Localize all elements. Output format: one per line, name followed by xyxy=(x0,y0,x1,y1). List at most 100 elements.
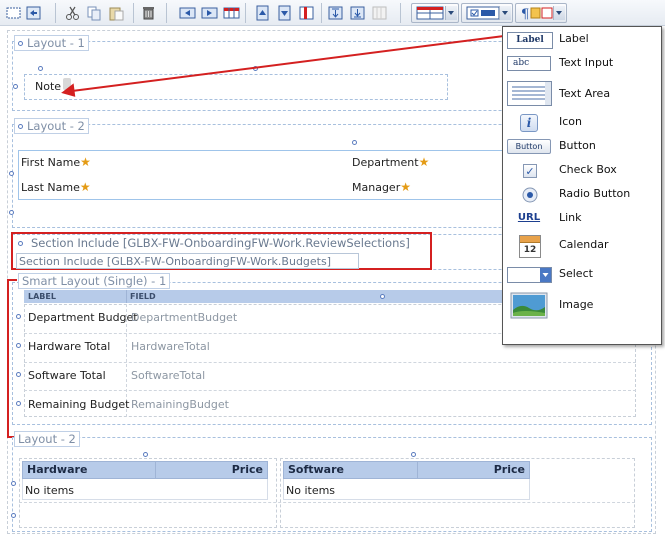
layout-2-bottom-caption[interactable]: Layout - 2 xyxy=(14,431,80,447)
refresh-button[interactable] xyxy=(24,4,43,22)
section-include-budgets[interactable]: Section Include [GLBX-FW-OnboardingFW-Wo… xyxy=(19,255,331,269)
last-name-label[interactable]: Last Name★ xyxy=(21,180,91,195)
layout-dropdown[interactable] xyxy=(411,3,459,23)
software-price-header[interactable]: Price xyxy=(417,461,530,479)
layout-1-handle[interactable] xyxy=(38,66,43,71)
control-dropdown[interactable] xyxy=(461,3,513,23)
palette-item-text-area-text: Text Area xyxy=(559,87,611,100)
move-down-icon[interactable] xyxy=(275,4,294,22)
section-include-review-text: Section Include [GLBX-FW-OnboardingFW-Wo… xyxy=(31,236,410,250)
layout-1-caption[interactable]: Layout - 1 xyxy=(14,35,89,51)
copy-icon[interactable] xyxy=(85,4,104,22)
label-icon-text: Label xyxy=(507,32,553,49)
palette-item-select[interactable]: Select xyxy=(503,263,661,287)
remaining-budget-field[interactable]: RemainingBudget xyxy=(131,398,229,412)
move-right-icon[interactable] xyxy=(200,4,219,22)
layout-2-handle[interactable] xyxy=(352,140,357,145)
layout-2-bottom-handle[interactable] xyxy=(9,210,14,215)
layout-row-handle[interactable] xyxy=(11,513,16,518)
note-label[interactable]: Note xyxy=(35,80,61,94)
formatting-dropdown[interactable]: ¶ xyxy=(515,3,567,23)
palette-item-icon[interactable]: i Icon xyxy=(503,111,661,135)
palette-item-button[interactable]: Button Button xyxy=(503,135,661,159)
calendar-icon-text: 12 xyxy=(523,245,537,255)
manager-label[interactable]: Manager★ xyxy=(352,180,411,195)
smart-layout-header xyxy=(24,290,502,303)
palette-item-link-text: Link xyxy=(559,211,582,224)
department-budget-label[interactable]: Department Budget xyxy=(28,311,138,325)
palette-item-text-input[interactable]: abc Text Input xyxy=(503,52,661,76)
hardware-column-header[interactable]: Hardware xyxy=(22,461,156,479)
palette-item-button-text: Button xyxy=(559,139,596,152)
toolbar: ¶ xyxy=(0,0,665,26)
smart-layout-handle[interactable] xyxy=(380,294,385,299)
department-budget-field[interactable]: DepartmentBudget xyxy=(131,311,237,325)
section-include-review[interactable]: Section Include [GLBX-FW-OnboardingFW-Wo… xyxy=(18,236,410,250)
required-star-icon: ★ xyxy=(400,180,411,194)
table-row-handle[interactable] xyxy=(16,314,21,319)
palette-item-image[interactable]: Image xyxy=(503,290,661,320)
required-star-icon: ★ xyxy=(79,180,91,194)
calendar-header xyxy=(520,236,540,243)
move-up-icon[interactable] xyxy=(253,4,272,22)
palette-item-label[interactable]: Label Label xyxy=(503,28,661,52)
checkbox-icon-text: ✓ xyxy=(523,164,537,178)
disabled-columns-icon xyxy=(370,4,389,22)
layout-column-handle[interactable] xyxy=(411,452,416,457)
link-icon-text: URL xyxy=(517,212,541,223)
hardware-total-label[interactable]: Hardware Total xyxy=(28,340,110,354)
insert-top-icon[interactable] xyxy=(326,4,345,22)
header-divider xyxy=(126,290,127,303)
palette-item-radio-button-text: Radio Button xyxy=(559,187,631,200)
control-palette-menu: Label Label abc Text Input Text Area i I… xyxy=(502,26,662,345)
software-total-label[interactable]: Software Total xyxy=(28,369,106,383)
department-text: Department xyxy=(352,156,419,169)
button-icon: Button xyxy=(507,137,553,157)
select-all-button[interactable] xyxy=(4,4,23,22)
palette-item-link[interactable]: URL Link xyxy=(503,207,661,231)
first-name-text: First Name xyxy=(21,156,81,169)
palette-item-calendar-text: Calendar xyxy=(559,238,609,251)
insert-bottom-icon[interactable] xyxy=(348,4,367,22)
move-left-icon[interactable] xyxy=(178,4,197,22)
department-label[interactable]: Department★ xyxy=(352,155,429,170)
columns-icon[interactable] xyxy=(297,4,316,22)
hardware-empty-text: No items xyxy=(25,484,75,497)
first-name-label[interactable]: First Name★ xyxy=(21,155,91,170)
table-row-handle[interactable] xyxy=(16,372,21,377)
cut-icon[interactable] xyxy=(63,4,82,22)
link-icon: URL xyxy=(507,209,553,229)
table-row-handle[interactable] xyxy=(16,401,21,406)
svg-text:¶: ¶ xyxy=(521,7,529,22)
palette-item-calendar[interactable]: 12 Calendar xyxy=(503,232,661,260)
layout-2-caption[interactable]: Layout - 2 xyxy=(14,118,89,134)
row-divider xyxy=(24,390,636,391)
table-row-handle[interactable] xyxy=(16,343,21,348)
software-empty-text: No items xyxy=(286,484,336,497)
layout-1-row-handle[interactable] xyxy=(13,84,18,89)
info-icon: i xyxy=(507,113,553,133)
paste-icon[interactable] xyxy=(107,4,126,22)
manager-text: Manager xyxy=(352,181,401,194)
delete-icon[interactable] xyxy=(139,4,158,22)
palette-item-text-area[interactable]: Text Area xyxy=(503,78,661,110)
layout-row-handle[interactable] xyxy=(11,481,16,486)
remaining-budget-label[interactable]: Remaining Budget xyxy=(28,398,129,412)
smart-layout-caption[interactable]: Smart Layout (Single) - 1 xyxy=(18,273,171,289)
software-total-field[interactable]: SoftwareTotal xyxy=(131,369,205,383)
hardware-total-field[interactable]: HardwareTotal xyxy=(131,340,210,354)
checkbox-icon: ✓ xyxy=(507,161,553,181)
layout-2-row-handle[interactable] xyxy=(9,171,14,176)
palette-item-radio-button[interactable]: Radio Button xyxy=(503,183,661,207)
software-column-header[interactable]: Software xyxy=(283,461,418,479)
note-cell[interactable] xyxy=(24,74,448,100)
hardware-price-header[interactable]: Price xyxy=(155,461,268,479)
layout-column-handle[interactable] xyxy=(143,452,148,457)
layout-1-handle-mid[interactable] xyxy=(253,66,258,71)
row-divider xyxy=(24,362,636,363)
required-star-icon: ★ xyxy=(418,155,430,169)
palette-item-check-box[interactable]: ✓ Check Box xyxy=(503,159,661,183)
insert-table-icon[interactable] xyxy=(222,4,241,22)
text-input-icon: abc xyxy=(507,54,553,74)
select-icon xyxy=(507,265,553,285)
